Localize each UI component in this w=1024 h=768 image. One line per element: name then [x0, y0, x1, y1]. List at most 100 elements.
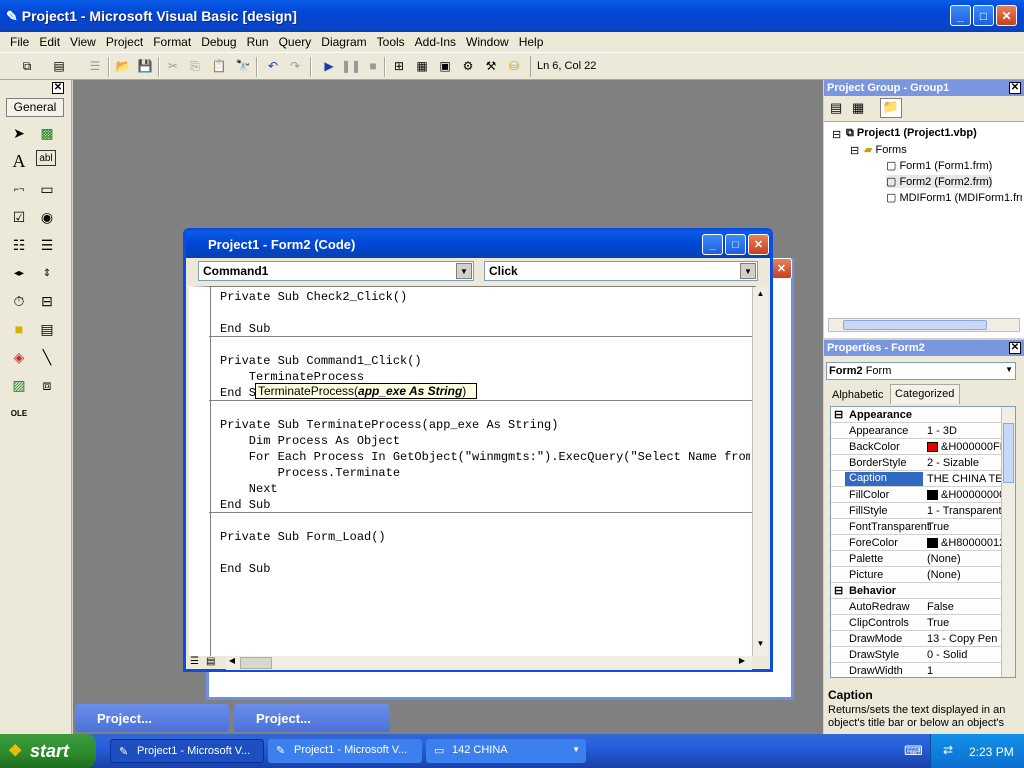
add-project-icon[interactable]: ⧉: [18, 57, 36, 75]
close-button[interactable]: ✕: [996, 5, 1017, 26]
tree-item-form2[interactable]: ▢ Form2 (Form2.frm): [886, 175, 993, 188]
tree-item-mdiform1[interactable]: ▢ MDIForm1 (MDIForm1.frm): [886, 191, 1022, 204]
property-scrollbar[interactable]: [1001, 407, 1015, 677]
properties-window-icon[interactable]: ▦: [413, 57, 431, 75]
menu-edit[interactable]: Edit: [33, 35, 66, 49]
menu-tools[interactable]: Tools: [371, 35, 411, 49]
property-value[interactable]: THE CHINA TEAM: [927, 473, 1001, 485]
property-row[interactable]: FontTransparent True: [831, 519, 1015, 535]
menu-debug[interactable]: Debug: [195, 35, 242, 49]
property-row[interactable]: FillStyle 1 - Transparent: [831, 503, 1015, 519]
property-row[interactable]: BorderStyle 2 - Sizable: [831, 455, 1015, 471]
vscrollbar-icon[interactable]: ⇕: [36, 262, 58, 284]
property-row-selected[interactable]: Caption THE CHINA TEAM: [831, 471, 1015, 487]
menu-addins[interactable]: Add-Ins: [409, 35, 462, 49]
procedure-view-icon[interactable]: ☰: [190, 656, 205, 670]
ole-icon[interactable]: OLE: [8, 402, 30, 424]
form-close-icon[interactable]: ✕: [771, 258, 792, 279]
tree-collapse-icon[interactable]: ⊟: [850, 144, 859, 157]
tree-root-project[interactable]: ⧉ Project1 (Project1.vbp): [846, 127, 977, 140]
code-maximize-button[interactable]: □: [725, 234, 746, 255]
property-row[interactable]: Appearance 1 - 3D: [831, 423, 1015, 439]
filelistbox-icon[interactable]: ▤: [36, 318, 58, 340]
data-view-icon[interactable]: ⛁: [505, 57, 523, 75]
property-row[interactable]: DrawStyle 0 - Solid: [831, 647, 1015, 663]
redo-icon[interactable]: ↷: [286, 57, 304, 75]
project-horizontal-scrollbar[interactable]: [828, 318, 1020, 332]
scroll-down-icon[interactable]: ▼: [754, 639, 767, 652]
code-close-button[interactable]: ✕: [748, 234, 769, 255]
menu-format[interactable]: Format: [147, 35, 197, 49]
property-row[interactable]: ClipControls True: [831, 615, 1015, 631]
view-code-icon[interactable]: ▤: [830, 100, 842, 116]
code-vertical-scrollbar[interactable]: ▲ ▼: [752, 287, 768, 656]
optionbutton-icon[interactable]: ◉: [36, 206, 58, 228]
taskbar-item-folder[interactable]: ▭ 142 CHINA ▼: [426, 739, 586, 763]
tab-categorized[interactable]: Categorized: [890, 384, 960, 404]
taskbar-item-vb1[interactable]: ✎ Project1 - Microsoft V...: [110, 739, 264, 763]
start-icon[interactable]: ▶: [320, 57, 338, 75]
image-icon[interactable]: ▨: [8, 374, 30, 396]
menu-view[interactable]: View: [64, 35, 102, 49]
chevron-down-icon[interactable]: ▼: [456, 263, 472, 279]
tree-forms-folder[interactable]: ▰ Forms: [864, 143, 907, 156]
menu-project[interactable]: Project: [100, 35, 149, 49]
category-collapse-icon[interactable]: ⊟: [834, 584, 843, 597]
property-row[interactable]: ForeColor&H80000012&: [831, 535, 1015, 551]
find-icon[interactable]: 🔭: [234, 57, 252, 75]
label-icon[interactable]: A: [8, 150, 30, 172]
tab-alphabetic[interactable]: Alphabetic: [828, 387, 887, 403]
listbox-icon[interactable]: ☰: [36, 234, 58, 256]
full-module-view-icon[interactable]: ▤: [206, 656, 221, 670]
menu-diagram[interactable]: Diagram: [315, 35, 372, 49]
paste-icon[interactable]: 📋: [210, 57, 228, 75]
chevron-down-icon[interactable]: ▼: [1005, 365, 1013, 374]
category-behavior[interactable]: ⊟ Behavior: [831, 583, 1015, 599]
end-icon[interactable]: ■: [364, 57, 382, 75]
dirlistbox-icon[interactable]: ■: [8, 318, 30, 340]
properties-close-icon[interactable]: ✕: [1009, 342, 1021, 354]
chevron-down-icon[interactable]: ▼: [740, 263, 756, 279]
property-row[interactable]: AutoRedraw False: [831, 599, 1015, 615]
project-explorer-icon[interactable]: ⊞: [390, 57, 408, 75]
object-selector[interactable]: Form2 Form ▼: [826, 362, 1016, 380]
combobox-icon[interactable]: ☷: [8, 234, 30, 256]
hscrollbar-icon[interactable]: ◂▸: [8, 262, 30, 284]
taskbar-item-vb2[interactable]: ✎ Project1 - Microsoft V...: [268, 739, 422, 763]
line-icon[interactable]: ╲: [36, 346, 58, 368]
property-row[interactable]: FillColor&H00000000&: [831, 487, 1015, 503]
data-control-icon[interactable]: ⧈: [36, 374, 58, 396]
category-appearance[interactable]: ⊟ Appearance: [831, 407, 1015, 423]
network-icon[interactable]: ⇄: [943, 743, 953, 757]
toolbox-close-icon[interactable]: ✕: [52, 82, 64, 94]
code-horizontal-scrollbar[interactable]: ◀ ▶: [226, 656, 752, 670]
frame-icon[interactable]: ⌐¬: [8, 178, 30, 200]
break-icon[interactable]: ❚❚: [341, 57, 361, 75]
object-browser-icon[interactable]: ⚙: [459, 57, 477, 75]
view-object-icon[interactable]: ▦: [852, 100, 864, 116]
tree-collapse-icon[interactable]: ⊟: [832, 128, 841, 141]
project-scroll-thumb[interactable]: [843, 320, 987, 330]
menu-editor-icon[interactable]: ☰: [86, 57, 104, 75]
code-minimize-button[interactable]: _: [702, 234, 723, 255]
open-project-icon[interactable]: 📂: [114, 57, 132, 75]
save-project-icon[interactable]: 💾: [136, 57, 154, 75]
property-row[interactable]: Picture (None): [831, 567, 1015, 583]
scroll-up-icon[interactable]: ▲: [754, 289, 767, 302]
add-form-icon[interactable]: ▤: [50, 57, 68, 75]
property-row[interactable]: DrawMode 13 - Copy Pen: [831, 631, 1015, 647]
copy-icon[interactable]: ⎘: [186, 57, 204, 75]
tree-item-form1[interactable]: ▢ Form1 (Form1.frm): [886, 159, 992, 172]
cut-icon[interactable]: ✂: [164, 57, 182, 75]
minimize-button[interactable]: _: [950, 5, 971, 26]
scroll-right-icon[interactable]: ▶: [736, 656, 748, 669]
toggle-folders-icon[interactable]: 📁: [880, 98, 902, 118]
pointer-icon[interactable]: ➤: [8, 122, 30, 144]
checkbox-icon[interactable]: ☑: [8, 206, 30, 228]
minimized-window[interactable]: Project...: [75, 704, 229, 732]
picturebox-icon[interactable]: ▩: [36, 122, 58, 144]
menu-run[interactable]: Run: [241, 35, 275, 49]
property-row[interactable]: Palette (None): [831, 551, 1015, 567]
category-collapse-icon[interactable]: ⊟: [834, 408, 843, 421]
menu-file[interactable]: File: [4, 35, 35, 49]
